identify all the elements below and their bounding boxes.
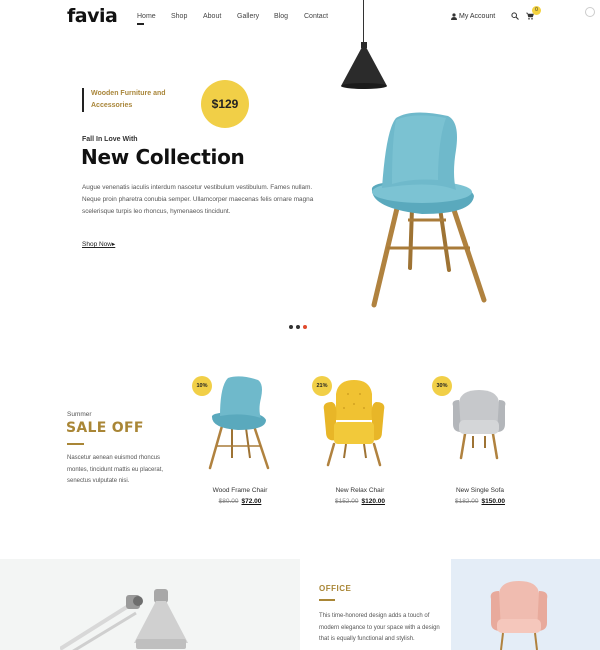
- armchair-banner[interactable]: [451, 559, 600, 650]
- pendant-lamp-image: [341, 42, 387, 89]
- product-old-price: $80.00: [218, 498, 239, 505]
- office-description: This time-honored design adds a touch of…: [319, 613, 440, 642]
- caret-right-icon: ▸: [112, 241, 116, 248]
- hero-price-badge: $129: [201, 80, 249, 128]
- hero-eyebrow: Fall In Love With: [82, 136, 138, 143]
- product-name[interactable]: New Relax Chair: [310, 487, 410, 494]
- side-panel-toggle[interactable]: [585, 7, 595, 17]
- site-header: favia Home Shop About Gallery Blog Conta…: [0, 0, 600, 36]
- hero-category: Wooden Furniture and Accessories: [82, 88, 172, 112]
- nav-active-indicator: [137, 23, 144, 25]
- nav-about[interactable]: About: [203, 13, 221, 20]
- office-divider: [319, 599, 335, 601]
- user-icon: [451, 13, 457, 20]
- nav-contact[interactable]: Contact: [304, 13, 328, 20]
- hero-title: New Collection: [81, 145, 245, 169]
- desk-lamp-image: [60, 589, 188, 650]
- product-price: $182.00 $150.00: [430, 498, 530, 505]
- office-title: OFFICE: [319, 584, 352, 593]
- product-price: $80.00 $72.00: [190, 498, 290, 505]
- product-old-price: $182.00: [455, 498, 479, 505]
- product-image-new-relax-chair[interactable]: [322, 380, 386, 468]
- product-price: $152.00 $120.00: [310, 498, 410, 505]
- lamp-cord: [363, 0, 364, 43]
- carousel-dots: [289, 325, 307, 329]
- pink-armchair-image: [490, 581, 548, 650]
- logo[interactable]: favia: [67, 5, 118, 27]
- desk-lamp-banner[interactable]: [0, 559, 300, 650]
- carousel-dot-3[interactable]: [303, 325, 307, 329]
- hero-chair-image: [371, 112, 487, 308]
- carousel-dot-1[interactable]: [289, 325, 293, 329]
- my-account-link[interactable]: My Account: [451, 13, 495, 20]
- product-image-wood-frame-chair[interactable]: [206, 376, 272, 473]
- carousel-dot-2[interactable]: [296, 325, 300, 329]
- sale-divider: [67, 443, 84, 445]
- product-name[interactable]: New Single Sofa: [430, 487, 530, 494]
- search-icon[interactable]: [511, 12, 519, 20]
- sale-title: SALE OFF: [66, 420, 144, 436]
- cart-count-badge: 0: [532, 6, 541, 15]
- product-discount-badge: 30%: [432, 376, 452, 396]
- product-image-new-single-sofa[interactable]: [451, 388, 507, 460]
- shop-now-label: Shop Now: [82, 241, 112, 248]
- product-name[interactable]: Wood Frame Chair: [190, 487, 290, 494]
- sale-description: Nascetur aenean euismod rhoncus montes, …: [67, 455, 164, 484]
- product-new-price: $150.00: [481, 498, 506, 505]
- hero-description: Augue venenatis iaculis interdum nascetu…: [82, 184, 314, 215]
- shop-now-link[interactable]: Shop Now▸: [82, 240, 115, 248]
- account-label: My Account: [459, 13, 496, 20]
- sale-eyebrow: Summer: [67, 411, 92, 418]
- product-new-price: $72.00: [241, 498, 262, 505]
- nav-blog[interactable]: Blog: [274, 13, 288, 20]
- nav-home[interactable]: Home: [137, 13, 156, 20]
- product-old-price: $152.00: [335, 498, 359, 505]
- product-new-price: $120.00: [361, 498, 386, 505]
- nav-shop[interactable]: Shop: [171, 13, 187, 20]
- nav-gallery[interactable]: Gallery: [237, 13, 259, 20]
